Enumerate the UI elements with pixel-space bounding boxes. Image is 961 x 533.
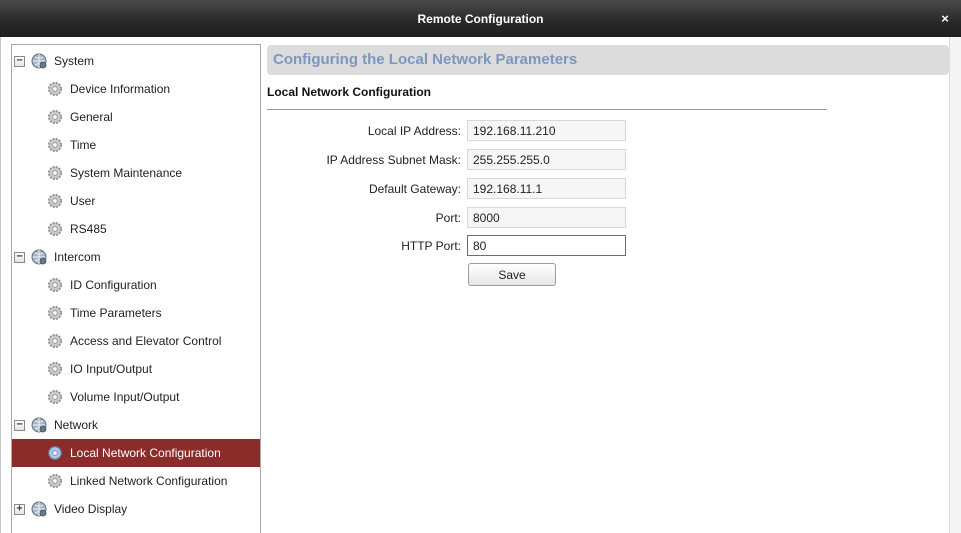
title-bar: Remote Configuration × bbox=[0, 0, 961, 37]
window-body: − System Device Information General Time… bbox=[0, 37, 961, 533]
tree-item-label: ID Configuration bbox=[70, 278, 157, 292]
globe-gear-icon bbox=[31, 417, 47, 433]
port-label: Port: bbox=[435, 211, 461, 225]
gear-icon bbox=[48, 362, 62, 376]
default-gateway-label: Default Gateway: bbox=[368, 182, 461, 196]
tree-item-label: Local Network Configuration bbox=[70, 446, 221, 460]
tree-item-label: Access and Elevator Control bbox=[70, 334, 222, 348]
subnet-mask-input[interactable] bbox=[467, 149, 626, 170]
tree-item-label: Time Parameters bbox=[70, 306, 162, 320]
config-tree: − System Device Information General Time… bbox=[11, 44, 261, 533]
collapse-icon[interactable]: − bbox=[14, 419, 25, 431]
default-gateway-row: Default Gateway: bbox=[267, 178, 667, 200]
gear-icon bbox=[48, 110, 62, 124]
local-ip-label: Local IP Address: bbox=[367, 124, 461, 138]
tree-item-label: Volume Input/Output bbox=[70, 390, 180, 404]
gear-icon bbox=[48, 306, 62, 320]
tree-group-label: System bbox=[54, 54, 95, 68]
tree-group-network[interactable]: − Network bbox=[12, 411, 260, 439]
subnet-mask-row: IP Address Subnet Mask: bbox=[267, 149, 667, 171]
gear-icon bbox=[48, 446, 62, 460]
tree-group-video-display[interactable]: + Video Display bbox=[12, 495, 260, 523]
tree-item-system-maintenance[interactable]: System Maintenance bbox=[12, 159, 260, 187]
tree-item-device-information[interactable]: Device Information bbox=[12, 75, 260, 103]
tree-item-label: Device Information bbox=[70, 82, 171, 96]
tree-item-label: Linked Network Configuration bbox=[70, 474, 228, 488]
gear-icon bbox=[48, 278, 62, 292]
tree-group-intercom[interactable]: − Intercom bbox=[12, 243, 260, 271]
default-gateway-input[interactable] bbox=[467, 178, 626, 199]
tree-item-time[interactable]: Time bbox=[12, 131, 260, 159]
tree-group-label: Network bbox=[54, 418, 99, 432]
tree-item-label: RS485 bbox=[70, 222, 107, 236]
tree-item-volume-input-output[interactable]: Volume Input/Output bbox=[12, 383, 260, 411]
scrollbar-track[interactable] bbox=[949, 37, 961, 533]
globe-gear-icon bbox=[31, 249, 47, 265]
local-ip-row: Local IP Address: bbox=[267, 120, 667, 142]
page-title: Configuring the Local Network Parameters bbox=[267, 45, 949, 75]
tree-item-local-network-configuration[interactable]: Local Network Configuration bbox=[12, 439, 260, 467]
window-title: Remote Configuration bbox=[417, 12, 544, 26]
http-port-label: HTTP Port: bbox=[401, 239, 461, 253]
port-input[interactable] bbox=[467, 207, 626, 228]
tree-item-label: Time bbox=[70, 138, 97, 152]
globe-gear-icon bbox=[31, 53, 47, 69]
gear-icon bbox=[48, 194, 62, 208]
http-port-input[interactable] bbox=[467, 235, 626, 256]
gear-icon bbox=[48, 138, 62, 152]
tree-item-label: System Maintenance bbox=[70, 166, 183, 180]
gear-icon bbox=[48, 474, 62, 488]
local-ip-input[interactable] bbox=[467, 120, 626, 141]
tree-group-system[interactable]: − System bbox=[12, 47, 260, 75]
collapse-icon[interactable]: − bbox=[14, 251, 25, 263]
port-row: Port: bbox=[267, 207, 667, 229]
gear-icon bbox=[48, 222, 62, 236]
gear-icon bbox=[48, 390, 62, 404]
gear-icon bbox=[48, 82, 62, 96]
tree-item-access-elevator-control[interactable]: Access and Elevator Control bbox=[12, 327, 260, 355]
section-title: Local Network Configuration bbox=[267, 85, 432, 99]
section-divider bbox=[267, 109, 827, 110]
tree-item-time-parameters[interactable]: Time Parameters bbox=[12, 299, 260, 327]
subnet-mask-label: IP Address Subnet Mask: bbox=[326, 153, 461, 167]
tree-item-label: User bbox=[70, 194, 96, 208]
expand-icon[interactable]: + bbox=[14, 503, 25, 515]
tree-item-id-configuration[interactable]: ID Configuration bbox=[12, 271, 260, 299]
globe-gear-icon bbox=[31, 501, 47, 517]
save-button[interactable]: Save bbox=[468, 263, 556, 286]
tree-item-user[interactable]: User bbox=[12, 187, 260, 215]
tree-group-label: Intercom bbox=[54, 250, 101, 264]
http-port-row: HTTP Port: bbox=[267, 235, 667, 257]
tree-item-rs485[interactable]: RS485 bbox=[12, 215, 260, 243]
collapse-icon[interactable]: − bbox=[14, 55, 25, 67]
gear-icon bbox=[48, 166, 62, 180]
gear-icon bbox=[48, 334, 62, 348]
tree-item-io-input-output[interactable]: IO Input/Output bbox=[12, 355, 260, 383]
tree-item-linked-network-configuration[interactable]: Linked Network Configuration bbox=[12, 467, 260, 495]
tree-item-label: IO Input/Output bbox=[70, 362, 153, 376]
tree-item-general[interactable]: General bbox=[12, 103, 260, 131]
close-button[interactable]: × bbox=[938, 0, 952, 37]
tree-item-label: General bbox=[70, 110, 113, 124]
tree-group-label: Video Display bbox=[54, 502, 128, 516]
